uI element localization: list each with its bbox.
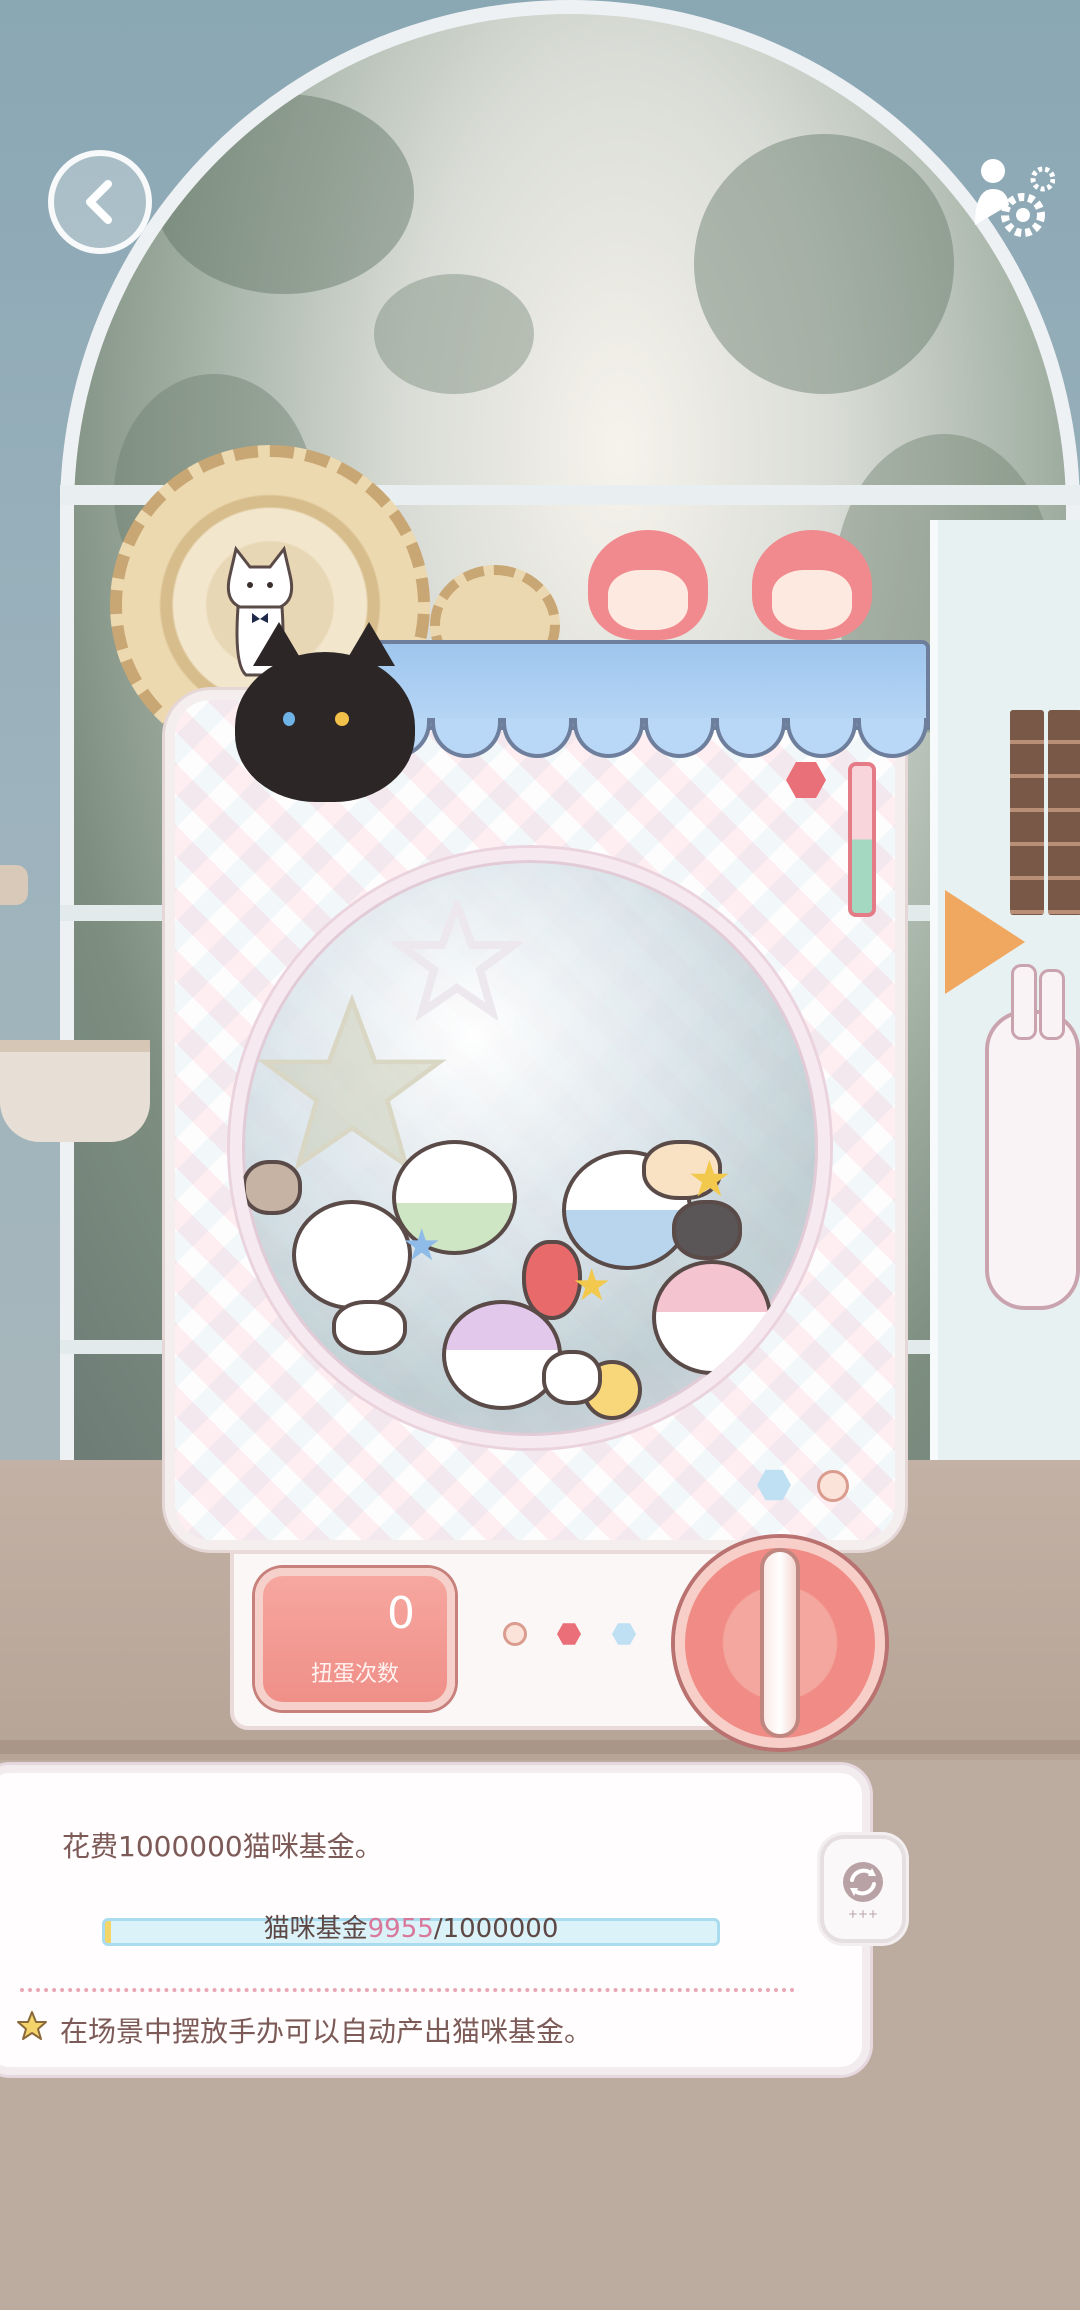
capsule-toy [652,1260,772,1375]
tip-text: 在场景中摆放手办可以自动产出猫咪基金。 [60,2015,593,2048]
capsule-globe: ★ ★ ★ [230,848,830,1448]
settings-button[interactable] [965,155,1055,245]
svg-text:+++: +++ [848,1907,878,1921]
refresh-icon: +++ [843,1862,883,1921]
refresh-button[interactable]: +++ [820,1835,906,1943]
indicator-circle [503,1622,527,1646]
gacha-count-value: 0 [387,1588,415,1639]
star-icon [17,2011,47,2040]
gacha-count-label: 扭蛋次数 [310,1662,399,1687]
pink-hair-boy-figure [588,530,708,640]
star-decoration: ★ [572,1260,612,1311]
cost-text: 花费1000000猫咪基金。 [62,1830,383,1863]
gacha-crank-handle[interactable] [760,1548,800,1738]
black-cat-figure [235,622,415,802]
shelf-tray [0,1040,150,1142]
dotted-divider [20,1988,795,1992]
fund-target-value: 1000000 [442,1914,559,1944]
fund-separator: / [433,1914,443,1944]
person-gear-icon [975,159,1055,237]
siamese-cat-figure [242,1160,302,1215]
fund-progress-text: 猫咪基金9955/1000000 [102,1908,720,1945]
star-decoration: ★ [402,1220,442,1271]
pink-hair-boy-figure [752,530,872,640]
grey-cat-figure [672,1200,742,1260]
orange-cat-figure [542,1350,602,1405]
circle-decoration [817,1470,849,1502]
machine-canopy [360,640,930,730]
cat-figure [332,1300,407,1355]
side-meter [848,762,876,917]
book [1048,710,1080,915]
fund-label: 猫咪基金 [263,1914,368,1944]
shelf-knob [0,865,28,905]
capsule-toy [292,1200,412,1310]
counter-edge [0,1740,1080,1754]
chevron-left-icon [86,180,112,224]
fund-current-value: 9955 [367,1914,434,1944]
bunny-figure [985,964,1080,1310]
back-button[interactable] [48,150,152,254]
book [1010,710,1044,915]
star-decoration: ★ [687,1150,732,1208]
